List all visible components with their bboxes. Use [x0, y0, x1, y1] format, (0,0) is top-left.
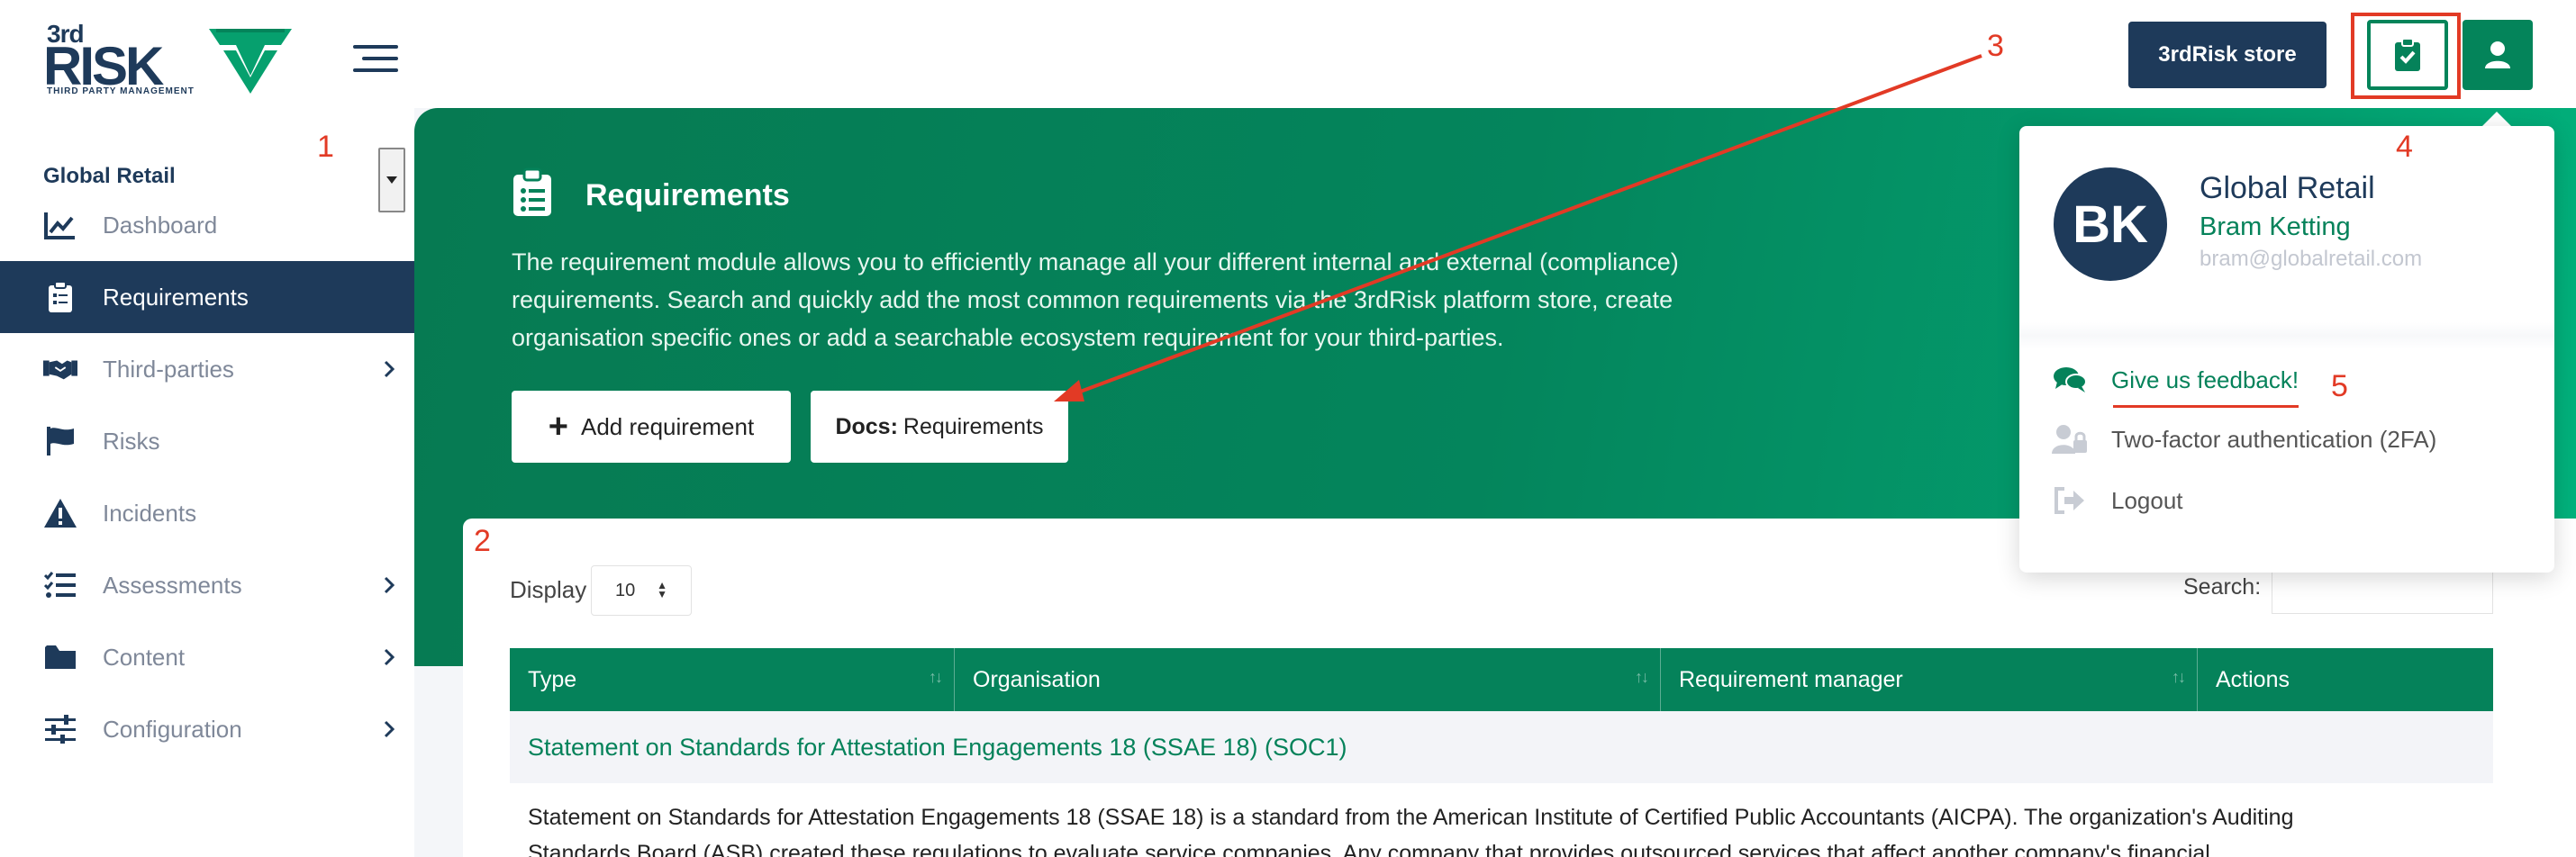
warning-icon: [43, 496, 77, 530]
page-description: The requirement module allows you to eff…: [512, 243, 1809, 356]
sidebar: Global Retail Dashboard Requirements Thi…: [0, 108, 414, 857]
sidebar-item-configuration[interactable]: Configuration: [0, 693, 414, 765]
sidebar-item-label: Configuration: [103, 715, 242, 743]
annotation-number: 1: [317, 130, 334, 164]
docs-label: Docs:: [835, 413, 898, 439]
sidebar-item-label: Risks: [103, 427, 160, 455]
user-icon: [2485, 41, 2510, 68]
menu-item-label: Give us feedback!: [2111, 365, 2299, 393]
organisation-name: Global Retail: [43, 164, 176, 188]
column-header-type[interactable]: Type ↑↓: [510, 648, 955, 711]
logout-menu-item[interactable]: Logout: [2052, 483, 2183, 519]
user-organisation: Global Retail: [2200, 171, 2375, 205]
avatar: BK: [2054, 167, 2167, 281]
dropdown-divider: [2019, 322, 2554, 349]
page-length-value: 10: [615, 580, 636, 600]
display-label: Display: [510, 576, 587, 603]
sidebar-item-risks[interactable]: Risks: [0, 405, 414, 477]
two-factor-menu-item[interactable]: Two-factor authentication (2FA): [2052, 421, 2436, 457]
chevron-right-icon: [384, 648, 395, 666]
sort-icon: ↑↓: [929, 668, 943, 686]
user-name: Bram Ketting: [2200, 212, 2351, 241]
user-dropdown-menu: BK Global Retail Bram Ketting bram@globa…: [2019, 126, 2554, 573]
sort-icon: ↑↓: [1635, 668, 1649, 686]
menu-item-label: Logout: [2111, 486, 2183, 514]
sidebar-item-label: Requirements: [103, 283, 249, 311]
annotation-number: 5: [2331, 369, 2348, 403]
sidebar-item-content[interactable]: Content: [0, 621, 414, 693]
column-label: Requirement manager: [1679, 666, 1903, 692]
column-header-actions: Actions: [2198, 648, 2493, 711]
sort-icon: ↑↓: [2172, 668, 2186, 686]
description-line: organisation specific ones or add a sear…: [512, 324, 1504, 351]
page-length-select[interactable]: 10 ▲ ▼: [591, 565, 692, 616]
table-row-group-title[interactable]: Statement on Standards for Attestation E…: [510, 711, 2493, 783]
page-title: Requirements: [585, 178, 790, 212]
description-line: Standards Board (ASB) created these regu…: [528, 841, 2210, 857]
user-lock-icon: [2052, 421, 2088, 457]
add-requirement-label: Add requirement: [580, 412, 755, 440]
logo-shield-icon: [209, 29, 292, 94]
chevron-right-icon: [384, 576, 395, 594]
chevron-right-icon: [384, 360, 395, 378]
plus-icon: +: [548, 408, 568, 446]
menu-item-label: Two-factor authentication (2FA): [2111, 425, 2437, 453]
sidebar-item-third-parties[interactable]: Third-parties: [0, 333, 414, 405]
annotation-number: 2: [474, 524, 491, 558]
sort-arrows-icon: ▲ ▼: [657, 579, 667, 600]
annotation-underline: [2113, 405, 2299, 408]
user-menu-button[interactable]: [2463, 20, 2533, 90]
sliders-icon: [43, 712, 77, 746]
table-header: Type ↑↓ Organisation ↑↓ Requirement mana…: [510, 648, 2493, 711]
logo[interactable]: 3rd RISK THIRD PARTY MANAGEMENT: [43, 20, 295, 101]
sidebar-item-label: Third-parties: [103, 355, 234, 383]
description-line: The requirement module allows you to eff…: [512, 248, 1679, 275]
tasks-icon: [43, 568, 77, 602]
clipboard-list-icon: [43, 280, 77, 314]
sidebar-item-incidents[interactable]: Incidents: [0, 477, 414, 549]
sidebar-item-dashboard[interactable]: Dashboard: [0, 189, 414, 261]
requirements-shortcut-button[interactable]: [2367, 20, 2448, 90]
sidebar-item-label: Content: [103, 643, 186, 671]
column-label: Type: [528, 666, 577, 692]
dropdown-caret: [2482, 112, 2511, 126]
store-button[interactable]: 3rdRisk store: [2128, 22, 2327, 88]
column-header-organisation[interactable]: Organisation ↑↓: [955, 648, 1661, 711]
sidebar-item-label: Dashboard: [103, 211, 218, 239]
folder-icon: [43, 640, 77, 674]
chevron-right-icon: [384, 720, 395, 738]
feedback-menu-item[interactable]: Give us feedback!: [2052, 362, 2299, 398]
user-email: bram@globalretail.com: [2200, 247, 2423, 271]
docs-requirements-button[interactable]: Docs: Requirements: [811, 391, 1068, 463]
table-row-description: Statement on Standards for Attestation E…: [528, 799, 2473, 857]
docs-target: Requirements: [903, 413, 1044, 439]
flag-icon: [43, 424, 77, 458]
comments-icon: [2052, 362, 2088, 398]
menu-toggle-icon[interactable]: [353, 45, 398, 72]
sidebar-item-assessments[interactable]: Assessments: [0, 549, 414, 621]
logo-main-text: RISK: [43, 36, 164, 96]
app-root: 3rd RISK THIRD PARTY MANAGEMENT 3rdRisk …: [0, 0, 2576, 857]
clipboard-list-icon: [513, 167, 551, 216]
column-header-requirement-manager[interactable]: Requirement manager ↑↓: [1661, 648, 2198, 711]
sign-out-icon: [2052, 483, 2088, 519]
column-label: Organisation: [973, 666, 1101, 692]
search-label: Search:: [2183, 574, 2262, 600]
handshake-icon: [43, 352, 77, 386]
sidebar-item-label: Incidents: [103, 499, 197, 527]
sidebar-nav: Dashboard Requirements Third-parties Ris…: [0, 189, 414, 765]
chart-line-icon: [43, 208, 77, 242]
description-line: Statement on Standards for Attestation E…: [528, 805, 2294, 830]
annotation-number: 4: [2396, 130, 2413, 164]
description-line: requirements. Search and quickly add the…: [512, 286, 1673, 313]
clipboard-check-icon: [2395, 38, 2420, 71]
logo-subtitle: THIRD PARTY MANAGEMENT: [47, 86, 195, 96]
column-label: Actions: [2216, 666, 2290, 692]
add-requirement-button[interactable]: + Add requirement: [512, 391, 791, 463]
annotation-number: 3: [1987, 29, 2004, 63]
sidebar-item-requirements[interactable]: Requirements: [0, 261, 414, 333]
sidebar-item-label: Assessments: [103, 571, 242, 599]
top-bar: 3rd RISK THIRD PARTY MANAGEMENT 3rdRisk …: [0, 0, 2576, 108]
